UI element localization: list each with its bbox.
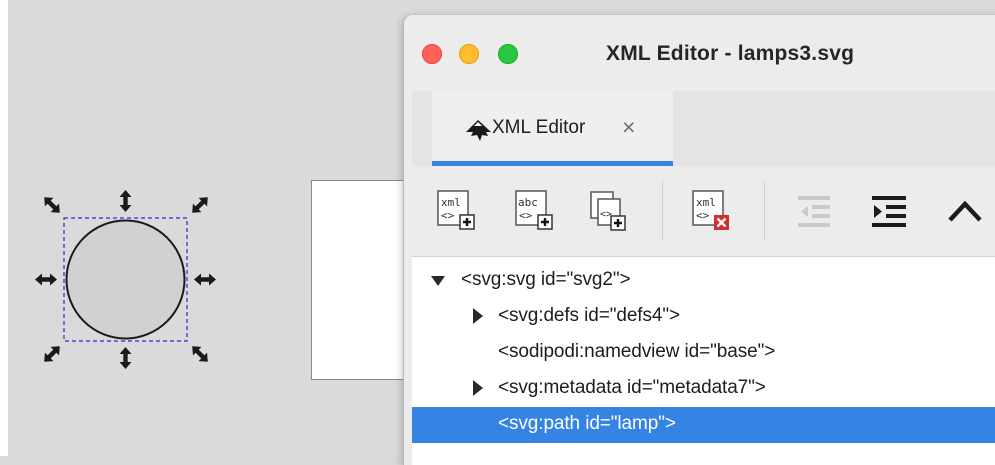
svg-text:abc: abc — [518, 196, 538, 209]
window-minimize-button[interactable] — [459, 44, 479, 64]
chevron-up-icon — [948, 200, 982, 222]
scale-handle-bottom-right[interactable] — [187, 341, 213, 367]
tree-node-path-lamp[interactable]: <svg:path id="lamp"> — [412, 407, 995, 443]
expander-collapsed-icon[interactable] — [472, 379, 484, 397]
xml-node-tree[interactable]: <svg:svg id="svg2"> <svg:defs id="defs4"… — [412, 256, 995, 465]
scale-handle-bottom[interactable] — [119, 347, 132, 369]
tree-node-label: <sodipodi:namedview id="base"> — [498, 341, 776, 362]
new-element-node-button[interactable]: xml <> — [434, 188, 480, 234]
unindent-icon — [798, 196, 830, 227]
tab-close-icon[interactable]: × — [622, 114, 635, 141]
lamp-circle[interactable] — [65, 219, 186, 340]
svg-text:<>: <> — [600, 209, 612, 220]
canvas-edge — [0, 0, 8, 456]
xml-toolbar: xml <> abc <> <> xml <> — [412, 166, 995, 256]
tree-node-namedview[interactable]: <sodipodi:namedview id="base"> — [412, 335, 995, 371]
scale-handle-top-right[interactable] — [187, 192, 213, 218]
selected-circle-object[interactable] — [28, 180, 228, 375]
scale-handle-top[interactable] — [119, 190, 132, 212]
expander-expanded-icon[interactable] — [430, 275, 446, 287]
window-title: XML Editor - lamps3.svg — [606, 42, 855, 65]
raise-node-button[interactable] — [942, 188, 988, 234]
tree-node-label: <svg:path id="lamp"> — [498, 413, 676, 434]
tree-node-label: <svg:metadata id="metadata7"> — [498, 377, 766, 398]
unindent-node-button[interactable] — [792, 188, 838, 234]
toolbar-separator — [764, 181, 765, 241]
svg-text:<>: <> — [441, 209, 455, 222]
toolbar-separator — [662, 181, 663, 241]
delete-node-button[interactable]: xml <> — [689, 188, 735, 234]
title-bar[interactable]: XML Editor - lamps3.svg — [404, 15, 995, 91]
svg-text:<>: <> — [696, 209, 710, 222]
expander-collapsed-icon[interactable] — [472, 307, 484, 325]
xml-new-text-icon: abc <> — [515, 190, 553, 230]
tree-node-svg-root[interactable]: <svg:svg id="svg2"> — [412, 263, 995, 299]
window-close-button[interactable] — [422, 44, 442, 64]
tab-xml-editor[interactable]: XML Editor × — [432, 91, 673, 166]
scale-handle-bottom-left[interactable] — [39, 341, 65, 367]
xml-editor-window: XML Editor - lamps3.svg XML Editor × xml… — [403, 14, 995, 465]
tree-node-defs[interactable]: <svg:defs id="defs4"> — [412, 299, 995, 335]
xml-new-element-icon: xml <> — [437, 190, 475, 230]
tree-node-label: <svg:svg id="svg2"> — [461, 269, 631, 290]
svg-text:xml: xml — [696, 196, 716, 209]
indent-icon — [872, 196, 906, 227]
scale-handle-left[interactable] — [35, 273, 57, 286]
xml-delete-icon: xml <> — [692, 190, 729, 230]
dock-tab-bar: XML Editor × — [412, 91, 995, 166]
xml-duplicate-icon: <> — [590, 191, 626, 231]
svg-text:xml: xml — [441, 196, 461, 209]
tree-node-metadata[interactable]: <svg:metadata id="metadata7"> — [412, 371, 995, 407]
tree-node-label: <svg:defs id="defs4"> — [498, 305, 680, 326]
svg-text:<>: <> — [519, 209, 533, 222]
new-text-node-button[interactable]: abc <> — [512, 188, 558, 234]
scale-handle-top-left[interactable] — [39, 192, 65, 218]
indent-node-button[interactable] — [866, 188, 912, 234]
duplicate-node-button[interactable]: <> — [587, 188, 633, 234]
window-zoom-button[interactable] — [498, 44, 518, 64]
tab-label: XML Editor — [492, 117, 586, 138]
scale-handle-right[interactable] — [194, 273, 216, 286]
